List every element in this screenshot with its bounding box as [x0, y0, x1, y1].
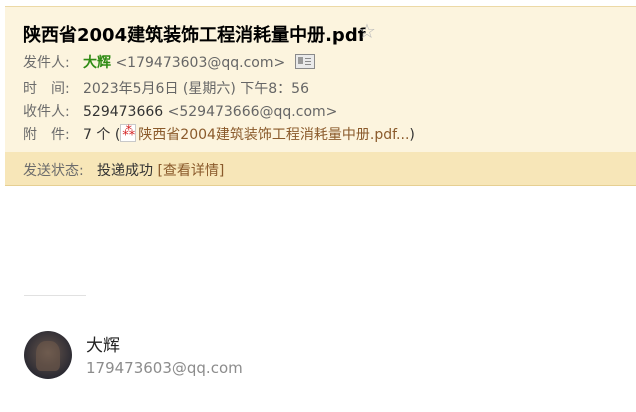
view-details-link[interactable]: [查看详情]	[157, 163, 224, 179]
status-value: 投递成功	[97, 163, 153, 179]
from-row: 发件人: 大辉 <179473603@qq.com>	[23, 52, 316, 72]
from-label: 发件人:	[23, 55, 70, 71]
to-row: 收件人: 529473666 <529473666@qq.com>	[23, 101, 337, 121]
to-label: 收件人:	[23, 104, 70, 120]
time-row: 时 间: 2023年5月6日 (星期六) 下午8：56	[23, 78, 309, 98]
star-icon[interactable]: ☆	[358, 19, 376, 43]
signature-email: 179473603@qq.com	[86, 359, 243, 377]
delivery-status: 发送状态: 投递成功 [查看详情]	[23, 160, 224, 180]
time-label: 时 间:	[23, 81, 70, 97]
delivery-status-bar: 发送状态: 投递成功 [查看详情]	[5, 152, 636, 186]
attachment-label: 附 件:	[23, 127, 70, 143]
sender-email[interactable]: <179473603@qq.com>	[115, 55, 285, 71]
attachment-paren-close: )	[409, 127, 415, 143]
avatar[interactable]	[24, 331, 72, 379]
attachment-link[interactable]: 陕西省2004建筑装饰工程消耗量中册.pdf...	[138, 127, 409, 143]
recipient-name[interactable]: 529473666	[83, 104, 163, 120]
time-value: 2023年5月6日 (星期六) 下午8：56	[83, 81, 309, 97]
mail-subject: 陕西省2004建筑装饰工程消耗量中册.pdf	[23, 25, 366, 46]
pdf-file-icon	[120, 124, 137, 142]
attachment-count: 7 个	[83, 127, 111, 143]
contact-card-icon[interactable]	[295, 54, 316, 69]
signature-divider	[24, 295, 86, 296]
recipient-email[interactable]: <529473666@qq.com>	[168, 104, 338, 120]
signature-name: 大辉	[86, 336, 120, 356]
attachment-row: 附 件:7 个 (陕西省2004建筑装饰工程消耗量中册.pdf...)	[23, 124, 415, 144]
sender-name[interactable]: 大辉	[83, 55, 111, 71]
status-label: 发送状态:	[23, 163, 84, 179]
